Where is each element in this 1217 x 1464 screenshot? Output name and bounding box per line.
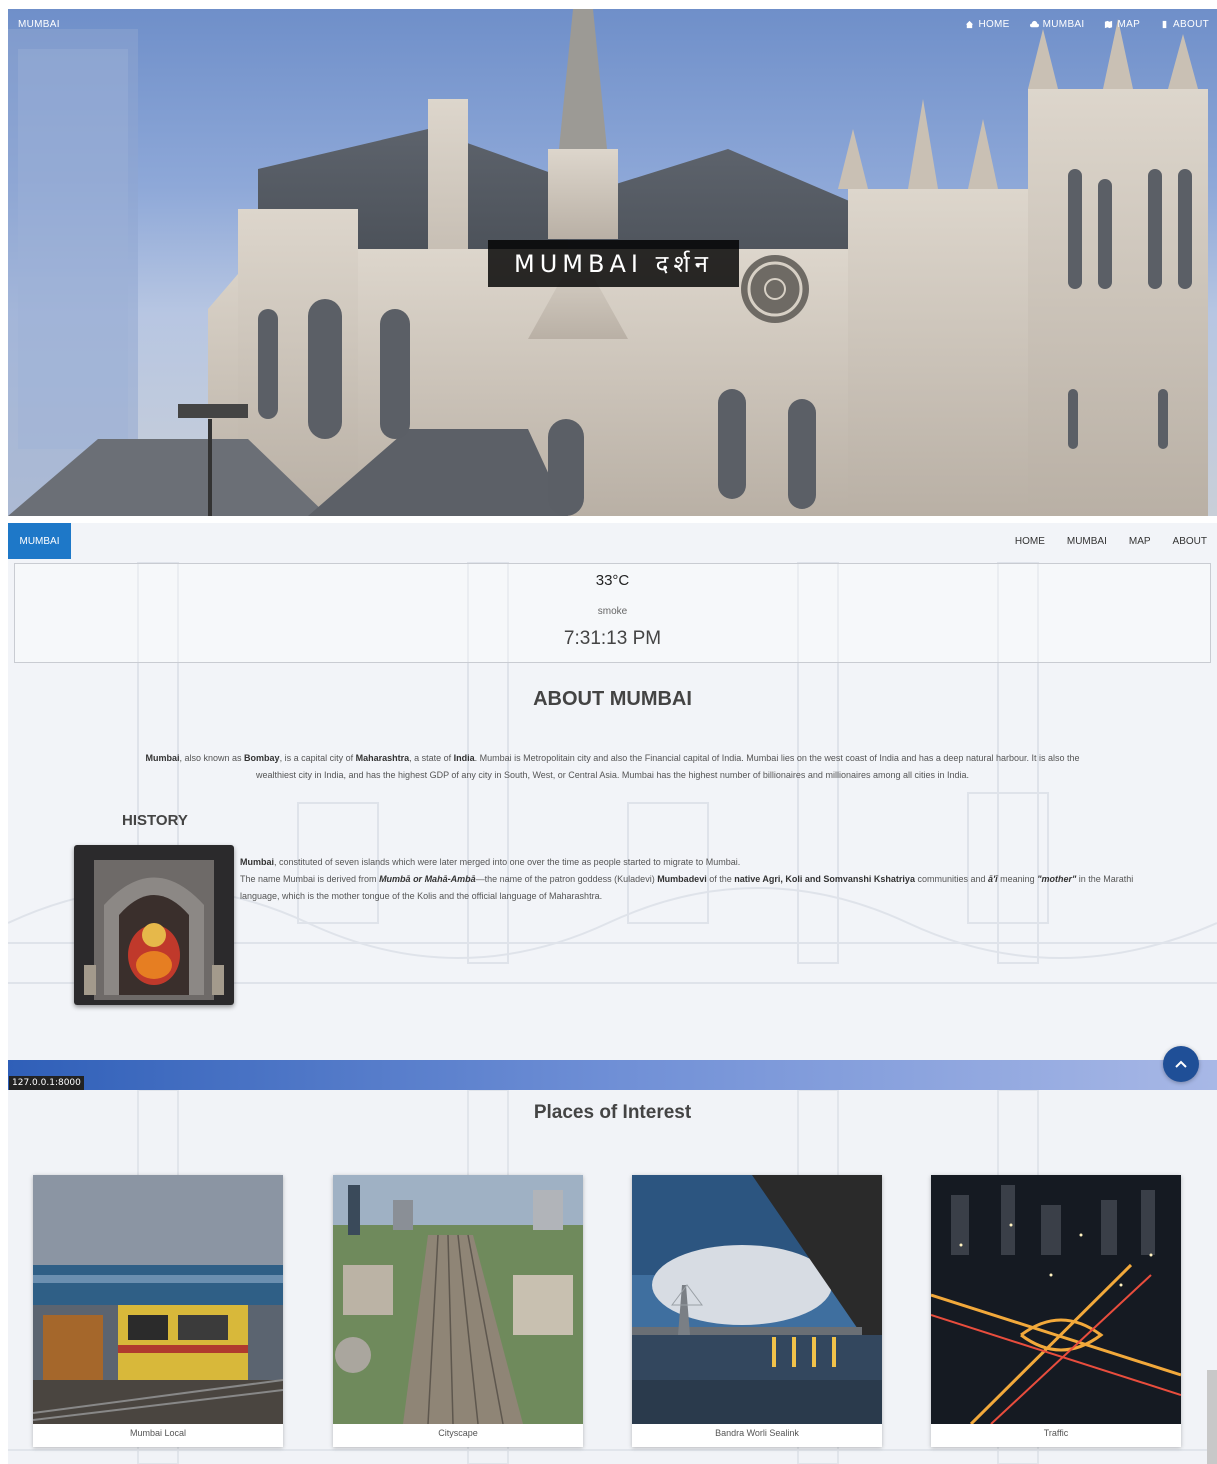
about-text-3: , a state of (409, 753, 454, 763)
place-card-traffic[interactable]: Traffic (931, 1175, 1181, 1447)
history-text-2a: The name Mumbai is derived from (240, 874, 380, 884)
about-mumbai: Mumbai (145, 753, 180, 763)
nav-map-sticky[interactable]: MAP (1129, 536, 1151, 547)
about-heading: ABOUT MUMBAI (533, 688, 692, 710)
brand-logo-sticky[interactable]: MUMBAI (8, 523, 71, 559)
section-divider-band (8, 1060, 1217, 1090)
info-icon (1162, 20, 1167, 28)
sticky-nav-links: HOME MUMBAI MAP ABOUT (1015, 536, 1217, 547)
temperature: 33°C (595, 572, 630, 589)
nav-home-label-sticky: HOME (1014, 535, 1045, 547)
scrollbar-thumb[interactable] (1207, 1370, 1217, 1464)
about-text-1: , also known as (179, 753, 245, 763)
nav-mumbai-label-sticky: MUMBAI (1066, 535, 1107, 547)
history-aai: ā'ī (988, 874, 998, 884)
about-india: India (453, 753, 475, 763)
history-line-2: The name Mumbai is derived from Mumbā or… (240, 871, 1160, 905)
card-caption: Traffic (1043, 1428, 1069, 1438)
main-content: MUMBAI HOME MUMBAI MAP ABOUT 33°C smoke … (8, 523, 1217, 1090)
hero-banner: MUMBAI HOME MUMBAI MAP ABOUT MUMBAI दर्श… (8, 9, 1217, 516)
about-text-2: , is a capital city of (279, 753, 356, 763)
hero-nav-links: HOME MUMBAI MAP ABOUT (965, 19, 1209, 30)
nav-about-label: ABOUT (1173, 18, 1209, 30)
places-heading: Places of Interest (533, 1102, 692, 1123)
brand-logo[interactable]: MUMBAI (18, 19, 60, 30)
nav-mumbai[interactable]: MUMBAI (1029, 18, 1085, 30)
nav-home-label: HOME (978, 18, 1010, 30)
history-text-1: , constituted of seven islands which wer… (274, 857, 741, 867)
hero-navbar: MUMBAI HOME MUMBAI MAP ABOUT (8, 9, 1217, 39)
weather-widget: 33°C smoke 7:31:13 PM (14, 563, 1211, 663)
about-bombay: Bombay (244, 753, 280, 763)
places-section: Places of Interest Mumbai Local Cityscap… (8, 1090, 1217, 1464)
nav-about-sticky[interactable]: ABOUT (1173, 536, 1207, 547)
mumbadevi-temple-image (74, 845, 234, 1005)
status-bar-url: 127.0.0.1:8000 (9, 1076, 84, 1090)
nav-mumbai-sticky[interactable]: MUMBAI (1067, 536, 1107, 547)
nav-map-label: MAP (1117, 18, 1141, 30)
history-mumba: Mumbā or Mahā-Ambā (379, 874, 476, 884)
history-text-2b: —the name of the patron goddess (Kuladev… (475, 874, 658, 884)
nav-mumbai-label: MUMBAI (1042, 18, 1085, 30)
mumbai-local-image (33, 1175, 283, 1424)
nav-home[interactable]: HOME (965, 19, 1009, 30)
sealink-image (632, 1175, 882, 1424)
about-paragraph: Mumbai, also known as Bombay, is a capit… (128, 750, 1097, 784)
place-card-cityscape[interactable]: Cityscape (333, 1175, 583, 1447)
chevron-up-icon (1175, 1060, 1187, 1068)
map-icon (1105, 20, 1113, 28)
card-caption: Mumbai Local (129, 1428, 187, 1438)
traffic-image (931, 1175, 1181, 1424)
history-text-2d: communities and (914, 874, 988, 884)
sticky-navbar: MUMBAI HOME MUMBAI MAP ABOUT (8, 523, 1217, 559)
place-card-mumbai-local[interactable]: Mumbai Local (33, 1175, 283, 1447)
card-caption: Bandra Worli Sealink (715, 1428, 799, 1438)
history-native: native Agri, Koli and Somvanshi Kshatriy… (734, 874, 915, 884)
history-text-2c: of the (706, 874, 735, 884)
nav-about-label-sticky: ABOUT (1172, 535, 1207, 547)
history-mumbai: Mumbai (240, 857, 275, 867)
history-line-1: Mumbai, constituted of seven islands whi… (240, 854, 1160, 871)
history-paragraph: Mumbai, constituted of seven islands whi… (240, 854, 1160, 905)
place-card-bandra-worli-sealink[interactable]: Bandra Worli Sealink (632, 1175, 882, 1447)
nav-about[interactable]: ABOUT (1160, 19, 1209, 30)
nav-home-sticky[interactable]: HOME (1015, 536, 1045, 547)
home-icon (966, 20, 974, 28)
hero-title: MUMBAI दर्शन (488, 240, 739, 287)
scroll-to-top-button[interactable] (1163, 1046, 1199, 1082)
cloud-icon (1029, 20, 1039, 27)
nav-map-label-sticky: MAP (1128, 535, 1151, 547)
card-caption: Cityscape (438, 1428, 478, 1438)
history-mumbadevi: Mumbadevi (657, 874, 707, 884)
history-text-2e: meaning (997, 874, 1038, 884)
history-heading: HISTORY (122, 812, 188, 829)
nav-map[interactable]: MAP (1104, 19, 1140, 30)
weather-description: smoke (597, 606, 628, 617)
cityscape-image (333, 1175, 583, 1424)
about-maharashtra: Maharashtra (355, 753, 410, 763)
history-mother: "mother" (1037, 874, 1077, 884)
clock: 7:31:13 PM (563, 628, 662, 649)
